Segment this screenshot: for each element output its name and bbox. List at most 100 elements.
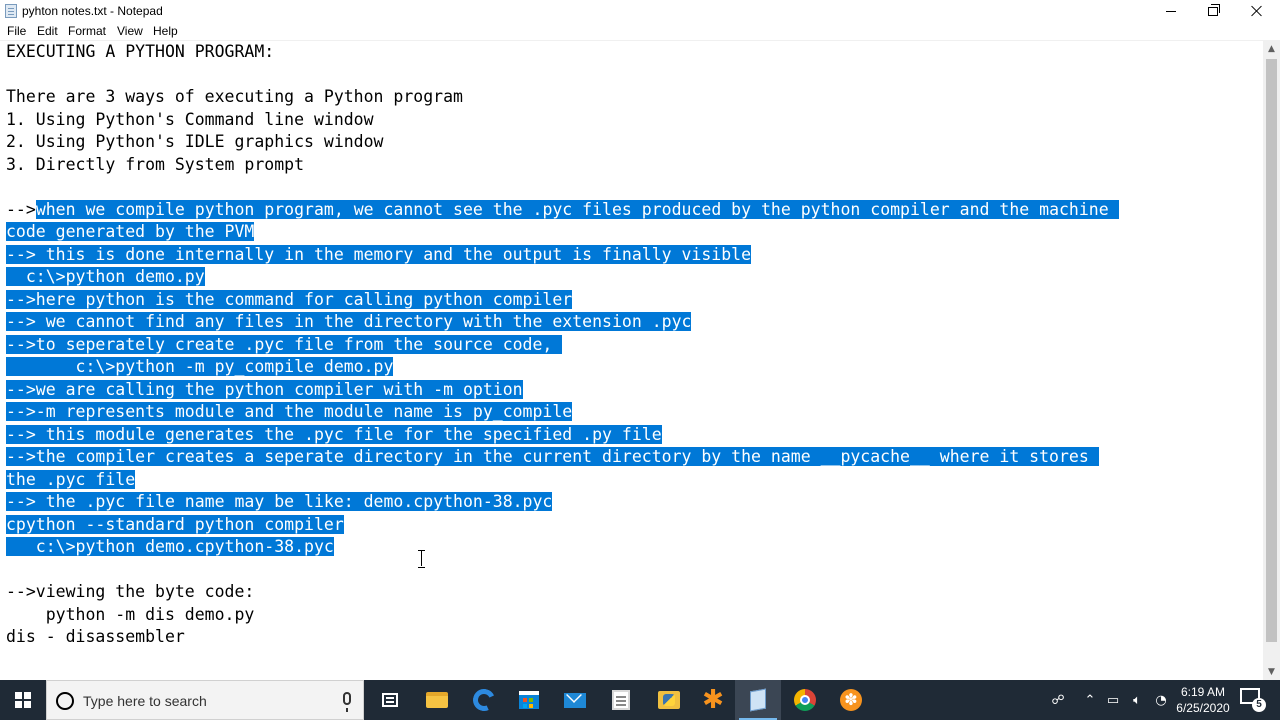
text-line: -->the compiler creates a seperate direc… [6, 446, 1119, 469]
close-icon [1251, 5, 1263, 17]
line-text: EXECUTING A PYTHON PROGRAM: [6, 42, 275, 61]
minimize-button[interactable] [1148, 0, 1194, 22]
text-line: -->to seperately create .pyc file from t… [6, 334, 1119, 357]
taskbar-search-box[interactable]: Type here to search [46, 680, 364, 720]
restore-icon [1208, 3, 1220, 16]
selected-text: --> this module generates the .pyc file … [6, 424, 662, 444]
text-line [6, 176, 1119, 199]
text-line: -->when we compile python program, we ca… [6, 199, 1119, 222]
selected-text: -->here python is the command for callin… [6, 289, 573, 309]
selected-text: the .pyc file [6, 469, 136, 489]
text-line [6, 64, 1119, 87]
menu-format[interactable]: Format [68, 24, 106, 38]
scrollbar-thumb[interactable] [1266, 59, 1277, 642]
taskbar-mail[interactable] [552, 680, 598, 720]
line-text: -->viewing the byte code: [6, 582, 255, 601]
menu-edit[interactable]: Edit [37, 24, 58, 38]
line-text: 3. Directly from System prompt [6, 154, 305, 174]
taskbar-orange-app[interactable] [828, 680, 874, 720]
mail-icon [564, 692, 586, 708]
selected-text: --> this is done internally in the memor… [6, 244, 752, 264]
line-text: --> [6, 199, 36, 219]
text-line: c:\>python demo.cpython-38.pyc [6, 536, 1119, 559]
store-icon [519, 691, 539, 709]
text-line: dis - disassembler [6, 626, 1119, 649]
line-text: dis - disassembler [6, 627, 185, 646]
text-line: python -m dis demo.py [6, 604, 1119, 627]
close-button[interactable] [1234, 0, 1280, 22]
start-button[interactable] [0, 680, 46, 720]
taskbar-edge[interactable] [461, 680, 507, 720]
clock-time: 6:19 AM [1180, 685, 1226, 699]
scroll-down-icon[interactable]: ▼ [1263, 663, 1280, 680]
minimize-icon [1166, 10, 1176, 12]
editor-lines: EXECUTING A PYTHON PROGRAM: There are 3 w… [6, 41, 1119, 649]
taskbar-store[interactable] [506, 680, 552, 720]
selected-text: -->we are calling the python compiler wi… [6, 379, 523, 399]
document-icon [612, 690, 630, 710]
title-bar[interactable]: pyhton notes.txt - Notepad [0, 0, 1280, 22]
selected-text: -->-m represents module and the module n… [6, 402, 573, 421]
menu-help[interactable]: Help [153, 24, 178, 38]
task-view-icon [382, 693, 398, 707]
taskbar-chrome[interactable] [782, 680, 828, 720]
text-line: --> the .pyc file name may be like: demo… [6, 491, 1119, 514]
taskbar-file-explorer[interactable] [414, 680, 460, 720]
asterisk-app-icon: ✱ [702, 685, 724, 715]
menu-file[interactable]: File [7, 24, 26, 38]
people-icon[interactable]: ☍ [1046, 680, 1070, 720]
menu-view[interactable]: View [117, 24, 143, 38]
taskbar-app-asterisk[interactable]: ✱ [690, 680, 736, 720]
vertical-scrollbar[interactable]: ▲ ▼ [1263, 40, 1280, 680]
text-editor[interactable]: EXECUTING A PYTHON PROGRAM: There are 3 w… [0, 40, 1263, 680]
line-text: python -m dis demo.py [6, 604, 255, 624]
selected-text: code generated by the PVM [6, 222, 255, 241]
scroll-up-icon[interactable]: ▲ [1263, 40, 1280, 57]
text-line: 3. Directly from System prompt [6, 154, 1119, 177]
show-hidden-icons-icon[interactable]: ⌃ [1080, 680, 1100, 720]
text-line: cpython --standard python compiler [6, 514, 1119, 537]
chrome-icon [794, 689, 816, 711]
windows-logo-icon [15, 692, 31, 708]
text-line: c:\>python demo.py [6, 266, 1119, 289]
notepad-app-icon[interactable] [5, 4, 17, 18]
selected-text: when we compile python program, we canno… [35, 199, 1119, 219]
line-text: 1. Using Python's Command line window [6, 109, 374, 129]
text-line: -->-m represents module and the module n… [6, 401, 1119, 424]
selected-text: --> we cannot find any files in the dire… [6, 312, 692, 331]
orange-flower-app-icon [840, 689, 862, 711]
power-icon[interactable]: ▭ [1102, 680, 1124, 720]
taskbar-clock[interactable]: 6:19 AM 6/25/2020 [1172, 684, 1234, 716]
taskbar-notepad[interactable] [735, 680, 781, 720]
microphone-icon[interactable] [343, 692, 351, 712]
selected-text: c:\>python -m py_compile demo.py [6, 357, 394, 376]
selected-text: -->to seperately create .pyc file from t… [6, 334, 563, 354]
text-line: --> this module generates the .pyc file … [6, 424, 1119, 447]
text-line: -->here python is the command for callin… [6, 289, 1119, 312]
text-line: --> this is done internally in the memor… [6, 244, 1119, 267]
text-line: c:\>python -m py_compile demo.py [6, 356, 1119, 379]
menu-bar: File Edit Format View Help [0, 22, 1280, 40]
text-line: 2. Using Python's IDLE graphics window [6, 131, 1119, 154]
file-explorer-icon [426, 692, 448, 708]
clock-date: 6/25/2020 [1176, 701, 1230, 715]
text-cursor-icon [418, 550, 426, 568]
search-placeholder: Type here to search [83, 693, 207, 709]
text-line: --> we cannot find any files in the dire… [6, 311, 1119, 334]
taskbar-document[interactable] [598, 680, 644, 720]
selected-text: --> the .pyc file name may be like: demo… [6, 492, 553, 511]
selected-text: cpython --standard python compiler [6, 514, 344, 534]
line-text: 2. Using Python's IDLE graphics window [6, 132, 384, 151]
restore-button[interactable] [1190, 0, 1236, 22]
text-line: There are 3 ways of executing a Python p… [6, 86, 1119, 109]
task-view-button[interactable] [367, 680, 413, 720]
text-line: -->viewing the byte code: [6, 581, 1119, 604]
text-line: -->we are calling the python compiler wi… [6, 379, 1119, 402]
volume-icon[interactable]: 🔈︎ [1126, 680, 1148, 720]
wifi-icon[interactable]: ◔ [1150, 680, 1172, 720]
text-line: 1. Using Python's Command line window [6, 109, 1119, 132]
window-title: pyhton notes.txt - Notepad [22, 4, 163, 18]
taskbar-python-folder[interactable] [646, 680, 692, 720]
selected-text: -->the compiler creates a seperate direc… [6, 447, 1099, 466]
notification-count-badge: 5 [1252, 698, 1266, 712]
